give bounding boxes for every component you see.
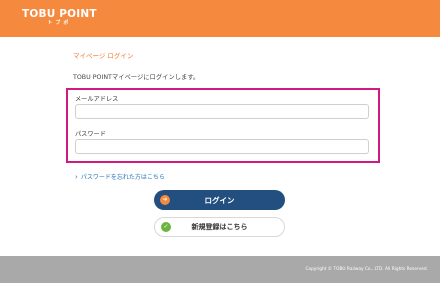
logo-text: TOBU POINT bbox=[22, 8, 97, 20]
header-bar: TOBU POINT トブポ bbox=[0, 0, 440, 37]
email-field[interactable] bbox=[75, 104, 369, 119]
password-field[interactable] bbox=[75, 139, 369, 154]
logo-subtext: トブポ bbox=[47, 20, 72, 26]
login-button-label: ログイン bbox=[204, 195, 235, 205]
login-form: メールアドレス パスワード bbox=[66, 88, 380, 163]
login-button[interactable]: ➔ ログイン bbox=[154, 190, 285, 210]
tobu-point-logo[interactable]: TOBU POINT トブポ bbox=[22, 8, 97, 26]
footer-bar: Copyright © TOBU Railway Co., LTD. All R… bbox=[0, 256, 440, 283]
intro-text: TOBU POINTマイページにログインします。 bbox=[73, 74, 200, 81]
page-title: マイページ ログイン bbox=[73, 52, 134, 60]
check-icon: ✓ bbox=[161, 222, 171, 232]
password-label: パスワード bbox=[75, 131, 106, 138]
forgot-password-link[interactable]: › パスワードを忘れた方はこちら bbox=[75, 172, 165, 182]
email-label: メールアドレス bbox=[75, 96, 119, 103]
arrow-right-icon: ➔ bbox=[160, 195, 170, 205]
chevron-right-icon: › bbox=[75, 172, 78, 181]
register-button[interactable]: ✓ 新規登録はこちら bbox=[154, 217, 285, 237]
copyright-text: Copyright © TOBU Railway Co., LTD. All R… bbox=[305, 267, 428, 272]
forgot-password-text: パスワードを忘れた方はこちら bbox=[80, 174, 165, 181]
register-button-label: 新規登録はこちら bbox=[191, 223, 248, 231]
